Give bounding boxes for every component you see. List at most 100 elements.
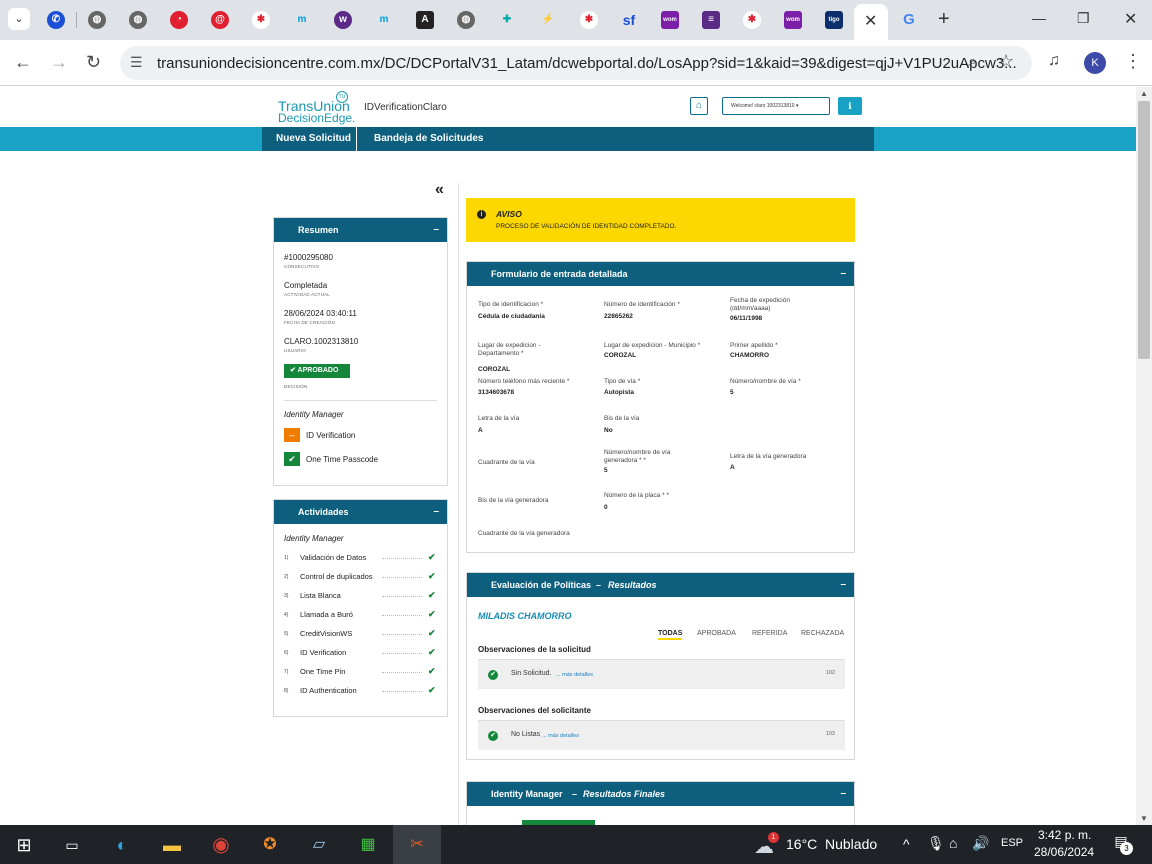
windows-taskbar: ⊞ ▭ ◐ ▬ ◉ ✪ ▱ ▦ ✂ ☁ 1 16°C Nublado ^ 🎙 ⌂…	[0, 825, 1152, 864]
tab-favicon-red-logo[interactable]: ◔	[170, 11, 188, 29]
page-scrollbar[interactable]: ▲ ▼	[1136, 87, 1152, 825]
tab-favicon-wom-icon[interactable]: wom	[661, 11, 679, 29]
file-explorer-icon[interactable]: ▬	[158, 831, 186, 859]
formulario-header[interactable]: Formulario de entrada detallada –	[467, 262, 854, 286]
collapse-resumen-icon[interactable]: –	[433, 218, 439, 242]
spreadsheet-icon[interactable]: ▦	[354, 831, 382, 859]
tab-favicon-purple-logo[interactable]: w	[334, 11, 352, 29]
tab-favicon-tigo-icon[interactable]: tigo	[825, 11, 843, 29]
main-nav: Nueva Solicitud Bandeja de Solicitudes	[262, 127, 874, 151]
scroll-down-icon[interactable]: ▼	[1140, 814, 1148, 823]
actividades-header[interactable]: Actividades –	[274, 500, 447, 524]
browser-menu-icon[interactable]: ⋮	[1124, 51, 1142, 72]
collapse-sidebar-icon[interactable]: «	[435, 181, 444, 199]
home-button[interactable]: ⌂	[690, 97, 708, 115]
close-tab-icon[interactable]: ✕	[864, 11, 877, 31]
clock-date[interactable]: 28/06/2024	[1034, 845, 1094, 859]
zoom-icon[interactable]: ⌕	[968, 53, 977, 71]
reload-icon[interactable]: ↻	[86, 52, 101, 73]
field-value: COROZAL	[478, 366, 511, 373]
weather-temp[interactable]: 16°C	[786, 836, 817, 852]
user-menu-button[interactable]: Welcome! claro 1002313810 ▾	[722, 97, 830, 115]
idm-final-header[interactable]: Identity Manager – Resultados Finales –	[467, 782, 854, 806]
restore-window-icon[interactable]: ❐	[1077, 10, 1090, 27]
tab-favicon-angular-icon[interactable]: A	[416, 11, 434, 29]
tab-favicon-list-icon[interactable]: ≡	[702, 11, 720, 29]
task-view-icon[interactable]: ▭	[58, 831, 86, 859]
scrollbar-thumb[interactable]	[1138, 101, 1150, 359]
weather-text[interactable]: Nublado	[825, 836, 877, 852]
collapse-actividades-icon[interactable]: –	[433, 500, 439, 524]
chrome-icon[interactable]: ◉	[207, 831, 235, 859]
collapse-formulario-icon[interactable]: –	[840, 262, 846, 286]
tab-favicon-claro-icon[interactable]: ✱	[252, 11, 270, 29]
tab-favicon-plus-icon[interactable]: ✚	[498, 11, 516, 29]
collapse-idm-final-icon[interactable]: –	[840, 782, 846, 806]
tab-favicon-globe[interactable]: ◍	[129, 11, 147, 29]
filter-referida[interactable]: REFERIDA	[752, 630, 787, 637]
site-info-icon[interactable]: ☰	[130, 54, 143, 71]
obs-solicitante-title: Observaciones del solicitante	[478, 706, 591, 715]
tab-favicon-claro-icon[interactable]: ✱	[743, 11, 761, 29]
profile-avatar[interactable]: K	[1084, 52, 1106, 74]
tab-favicon-globe[interactable]: ◍	[457, 11, 475, 29]
reading-list-icon[interactable]: ♫	[1048, 52, 1060, 70]
nav-bandeja-solicitudes[interactable]: Bandeja de Solicitudes	[374, 127, 483, 151]
active-tab[interactable]: ✕	[854, 4, 888, 40]
aviso-title: AVISO	[496, 209, 522, 219]
check-circle-icon: ✔	[488, 670, 498, 680]
filter-aprobada[interactable]: APROBADA	[697, 630, 736, 637]
tab-search-button[interactable]: ⌄	[8, 8, 30, 30]
filter-todas[interactable]: TODAS	[658, 630, 683, 640]
address-bar[interactable]: ☰ transuniondecisioncentre.com.mx/DC/DCP…	[120, 46, 1032, 80]
item-label: Lista Blanca	[300, 591, 341, 600]
tab-favicon-google-icon[interactable]: G	[900, 11, 918, 29]
app-icon-orange[interactable]: ✪	[256, 831, 284, 859]
volume-icon[interactable]: 🔊	[972, 835, 989, 852]
actividad-value: Completada	[284, 281, 328, 290]
language-indicator[interactable]: ESP	[1001, 837, 1023, 849]
tab-favicon-movistar-icon[interactable]: m	[293, 11, 311, 29]
snipping-tool-icon[interactable]: ✂	[403, 831, 431, 859]
tray-chevron-icon[interactable]: ^	[903, 836, 910, 852]
tab-favicon-movistar-icon[interactable]: m	[375, 11, 393, 29]
info-button[interactable]: ℹ	[838, 97, 862, 115]
more-details-link[interactable]: ... más detalles	[556, 672, 593, 678]
tab-favicon-phone[interactable]: ✆	[47, 11, 65, 29]
id-verification-label: ID Verification	[306, 431, 356, 440]
tab-favicon-sf-icon[interactable]: sf	[620, 11, 638, 29]
filter-rechazada[interactable]: RECHAZADA	[801, 630, 844, 637]
bookmark-star-icon[interactable]: ☆	[998, 51, 1014, 72]
politicas-panel: Evaluación de Políticas – Resultados – M…	[466, 572, 855, 760]
clock-time[interactable]: 3:42 p. m.	[1038, 828, 1091, 842]
tab-favicon-at-logo[interactable]: @	[211, 11, 229, 29]
forward-arrow-icon[interactable]: →	[50, 52, 68, 73]
network-icon[interactable]: ⌂	[949, 835, 957, 851]
close-window-icon[interactable]: ✕	[1124, 9, 1137, 29]
back-arrow-icon[interactable]: ←	[14, 52, 32, 73]
nav-nueva-solicitud[interactable]: Nueva Solicitud	[276, 127, 351, 151]
list-item: 1) Validación de Datos ✔	[284, 552, 440, 565]
tab-favicon-runner-icon[interactable]: ⚡	[539, 11, 557, 29]
windows-start-icon[interactable]: ⊞	[10, 831, 38, 859]
tab-favicon-wom-icon[interactable]: wom	[784, 11, 802, 29]
obs-solicitante-row: ✔ No Listas ... más detalles 103	[478, 720, 845, 750]
resumen-header[interactable]: Resumen –	[274, 218, 447, 242]
logo-decisionedge[interactable]: DecisionEdge.	[278, 111, 355, 125]
edge-browser-icon[interactable]: ◐	[108, 831, 136, 859]
collapse-politicas-icon[interactable]: –	[840, 573, 846, 597]
scroll-up-icon[interactable]: ▲	[1140, 89, 1148, 98]
new-tab-button[interactable]: +	[938, 8, 950, 31]
more-details-link[interactable]: ... más detalles	[542, 733, 579, 739]
field-value: CHAMORRO	[730, 352, 769, 359]
microphone-icon[interactable]: 🎙	[927, 835, 945, 852]
field-label: Número/nombre de vía generadora * *	[604, 449, 671, 464]
item-label: Control de duplicados	[300, 572, 373, 581]
politicas-header[interactable]: Evaluación de Políticas – Resultados –	[467, 573, 854, 597]
tab-favicon-globe[interactable]: ◍	[88, 11, 106, 29]
app-icon-notes[interactable]: ▱	[305, 831, 333, 859]
minimize-window-icon[interactable]: —	[1032, 10, 1046, 26]
field-label: Lugar de expedicion - Municipio *	[604, 342, 701, 349]
tab-favicon-claro-icon[interactable]: ✱	[580, 11, 598, 29]
url-text[interactable]: transuniondecisioncentre.com.mx/DC/DCPor…	[157, 55, 1017, 72]
